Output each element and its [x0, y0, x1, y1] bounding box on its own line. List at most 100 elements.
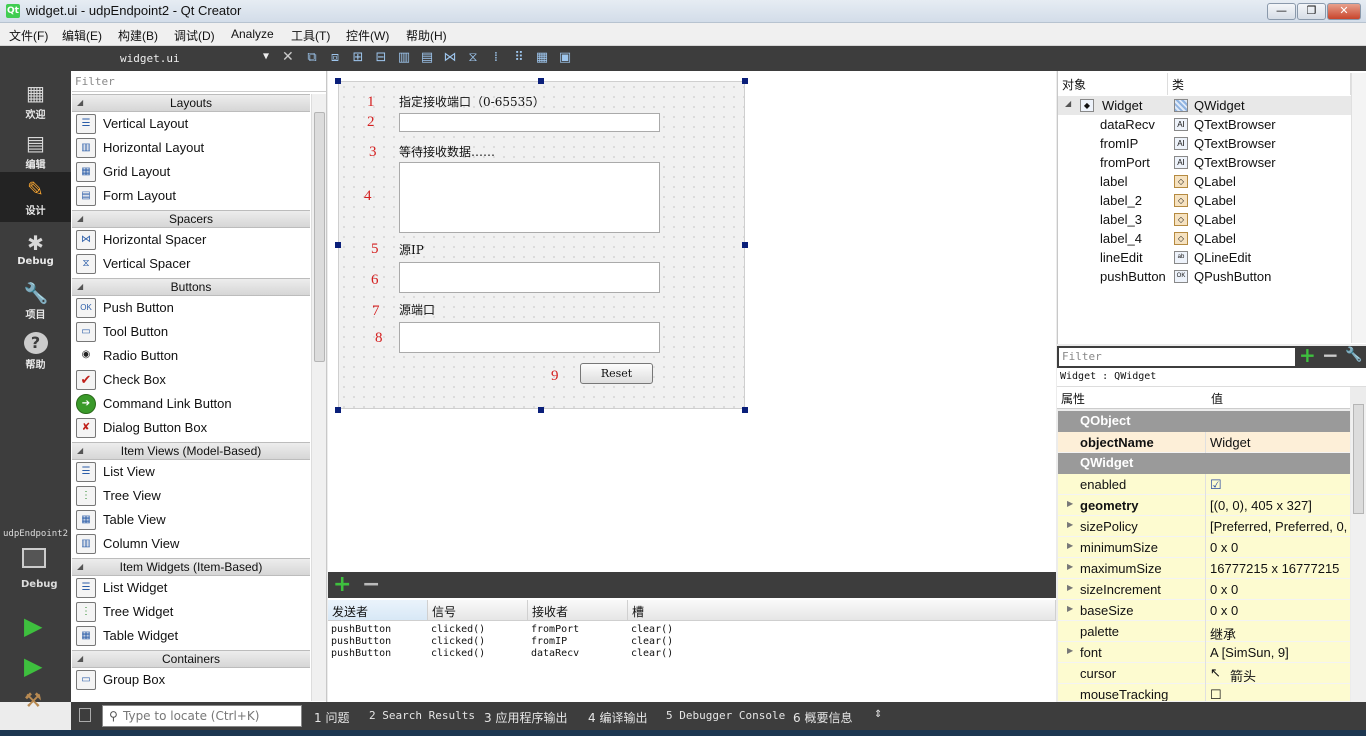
resize-handle-tl[interactable] — [335, 78, 341, 84]
connection-signal[interactable]: clicked() — [431, 624, 485, 635]
edit-widgets-icon[interactable]: ⧉ — [304, 50, 320, 66]
widget-form-layout[interactable]: ▤ Form Layout — [74, 184, 310, 208]
connection-signal[interactable]: clicked() — [431, 648, 485, 659]
menu-file[interactable]: 文件(F) — [9, 27, 48, 44]
header-sender[interactable]: 发送者 — [328, 600, 428, 621]
expand-icon[interactable]: ▶ — [1067, 604, 1073, 613]
open-file-combobox[interactable]: widget.ui ▼ — [73, 49, 278, 68]
tab-issues[interactable]: 1 问题 — [314, 709, 349, 726]
resize-handle-b[interactable] — [538, 407, 544, 413]
widget-horizontal-layout[interactable]: ▥ Horizontal Layout — [74, 136, 310, 160]
label-source-ip[interactable]: 源IP — [399, 241, 424, 258]
widget-tree-widget[interactable]: ⋮ Tree Widget — [74, 600, 310, 624]
resize-handle-t[interactable] — [538, 78, 544, 84]
mode-projects[interactable]: 🔧 项目 — [0, 276, 71, 326]
resize-handle-br[interactable] — [742, 407, 748, 413]
expand-icon[interactable]: ▶ — [1067, 520, 1073, 529]
remove-connection-icon[interactable]: − — [362, 572, 380, 597]
connection-slot[interactable]: clear() — [631, 648, 673, 659]
from-port-browser[interactable] — [399, 322, 660, 353]
category-containers[interactable]: Containers — [72, 650, 310, 668]
monitor-icon[interactable] — [22, 548, 46, 568]
object-row[interactable]: fromIP AI QTextBrowser — [1058, 134, 1351, 153]
break-layout-icon[interactable]: ▦ — [534, 50, 550, 66]
property-basesize[interactable]: ▶ baseSize 0 x 0 — [1058, 600, 1350, 621]
from-ip-browser[interactable] — [399, 262, 660, 293]
object-row[interactable]: dataRecv AI QTextBrowser — [1058, 115, 1351, 134]
header-signal[interactable]: 信号 — [428, 600, 528, 621]
object-root[interactable]: ◢ ◆ Widget QWidget — [1058, 96, 1351, 115]
add-connection-icon[interactable]: + — [333, 572, 351, 597]
collapse-icon[interactable]: ◢ — [1065, 99, 1071, 108]
object-row[interactable]: pushButton OK QPushButton — [1058, 267, 1351, 286]
edit-signals-icon[interactable]: ⧈ — [327, 50, 343, 66]
layout-form-icon[interactable]: ⁞ — [488, 50, 504, 66]
resize-handle-tr[interactable] — [742, 78, 748, 84]
property-minimumsize[interactable]: ▶ minimumSize 0 x 0 — [1058, 537, 1350, 558]
reset-button[interactable]: Reset — [580, 363, 653, 384]
expand-icon[interactable]: ▶ — [1067, 541, 1073, 550]
add-property-icon[interactable]: + — [1299, 343, 1316, 367]
widget-group-box[interactable]: ▭ Group Box — [74, 668, 310, 692]
line-edit-port[interactable] — [399, 113, 660, 132]
tab-application-output[interactable]: 3 应用程序输出 — [484, 709, 567, 726]
object-inspector-scrollbar[interactable] — [1351, 73, 1366, 343]
expand-icon[interactable]: ▶ — [1067, 562, 1073, 571]
menu-widgets[interactable]: 控件(W) — [346, 27, 389, 44]
object-row[interactable]: lineEdit ab QLineEdit — [1058, 248, 1351, 267]
object-row[interactable]: label ◇ QLabel — [1058, 172, 1351, 191]
resize-handle-bl[interactable] — [335, 407, 341, 413]
label-port[interactable]: 指定接收端口（0-65535） — [399, 93, 545, 110]
debug-run-icon[interactable]: ▶ — [24, 652, 42, 680]
mode-debug[interactable]: ✱ Debug — [0, 226, 71, 276]
property-sizeincrement[interactable]: ▶ sizeIncrement 0 x 0 — [1058, 579, 1350, 600]
object-row[interactable]: label_4 ◇ QLabel — [1058, 229, 1351, 248]
data-recv-browser[interactable] — [399, 162, 660, 233]
tab-debugger-console[interactable]: 5 Debugger Console — [666, 709, 785, 722]
object-row[interactable]: label_3 ◇ QLabel — [1058, 210, 1351, 229]
close-document-icon[interactable]: ✕ — [282, 49, 294, 65]
widget-tool-button[interactable]: ▭ Tool Button — [74, 320, 310, 344]
connection-receiver[interactable]: fromPort — [531, 624, 579, 635]
maximize-button[interactable]: ❐ — [1297, 3, 1326, 20]
widget-vertical-layout[interactable]: ☰ Vertical Layout — [74, 112, 310, 136]
property-mousetracking[interactable]: mouseTracking ☐ — [1058, 684, 1350, 702]
minimize-button[interactable]: — — [1267, 3, 1296, 20]
menu-edit[interactable]: 编辑(E) — [62, 27, 102, 44]
connection-signal[interactable]: clicked() — [431, 636, 485, 647]
property-font[interactable]: ▶ font A [SimSun, 9] — [1058, 642, 1350, 663]
layout-splitter-h-icon[interactable]: ⋈ — [442, 50, 458, 66]
header-class[interactable]: 类 — [1168, 73, 1351, 95]
widget-table-view[interactable]: ▦ Table View — [74, 508, 310, 532]
property-sizepolicy[interactable]: ▶ sizePolicy [Preferred, Preferred, 0, 0] — [1058, 516, 1350, 537]
object-row[interactable]: fromPort AI QTextBrowser — [1058, 153, 1351, 172]
menu-help[interactable]: 帮助(H) — [406, 27, 447, 44]
widget-command-link-button[interactable]: ➔ Command Link Button — [74, 392, 310, 416]
connection-sender[interactable]: pushButton — [331, 624, 391, 635]
mode-design[interactable]: ✎ 设计 — [0, 172, 71, 222]
property-enabled[interactable]: enabled ☑ — [1058, 474, 1350, 495]
menu-build[interactable]: 构建(B) — [118, 27, 158, 44]
connection-slot[interactable]: clear() — [631, 636, 673, 647]
expand-icon[interactable]: ▶ — [1067, 646, 1073, 655]
property-cursor[interactable]: cursor ↖ 箭头 — [1058, 663, 1350, 684]
category-item-widgets[interactable]: Item Widgets (Item-Based) — [72, 558, 310, 576]
widget-check-box[interactable]: ✔ Check Box — [74, 368, 310, 392]
scrollbar-thumb[interactable] — [314, 112, 325, 362]
layout-vertical-icon[interactable]: ▤ — [419, 50, 435, 66]
remove-property-icon[interactable]: − — [1322, 343, 1339, 367]
category-buttons[interactable]: Buttons — [72, 278, 310, 296]
mode-help[interactable]: ? 帮助 — [0, 326, 71, 376]
widget-dialog-button-box[interactable]: ✘ Dialog Button Box — [74, 416, 310, 440]
mode-welcome[interactable]: ▦ 欢迎 — [0, 76, 71, 126]
menu-tools[interactable]: 工具(T) — [291, 27, 330, 44]
edit-buddies-icon[interactable]: ⊞ — [350, 50, 366, 66]
group-qwidget[interactable]: QWidget — [1058, 453, 1350, 474]
target-project[interactable]: udpEndpoint2 — [3, 529, 68, 539]
expand-icon[interactable]: ▶ — [1067, 583, 1073, 592]
widget-list-widget[interactable]: ☰ List Widget — [74, 576, 310, 600]
build-hammer-icon[interactable]: ⚒ — [24, 688, 42, 712]
widget-tree-view[interactable]: ⋮ Tree View — [74, 484, 310, 508]
property-editor-scrollbar[interactable] — [1351, 404, 1366, 702]
label-waiting[interactable]: 等待接收数据…… — [399, 143, 495, 160]
